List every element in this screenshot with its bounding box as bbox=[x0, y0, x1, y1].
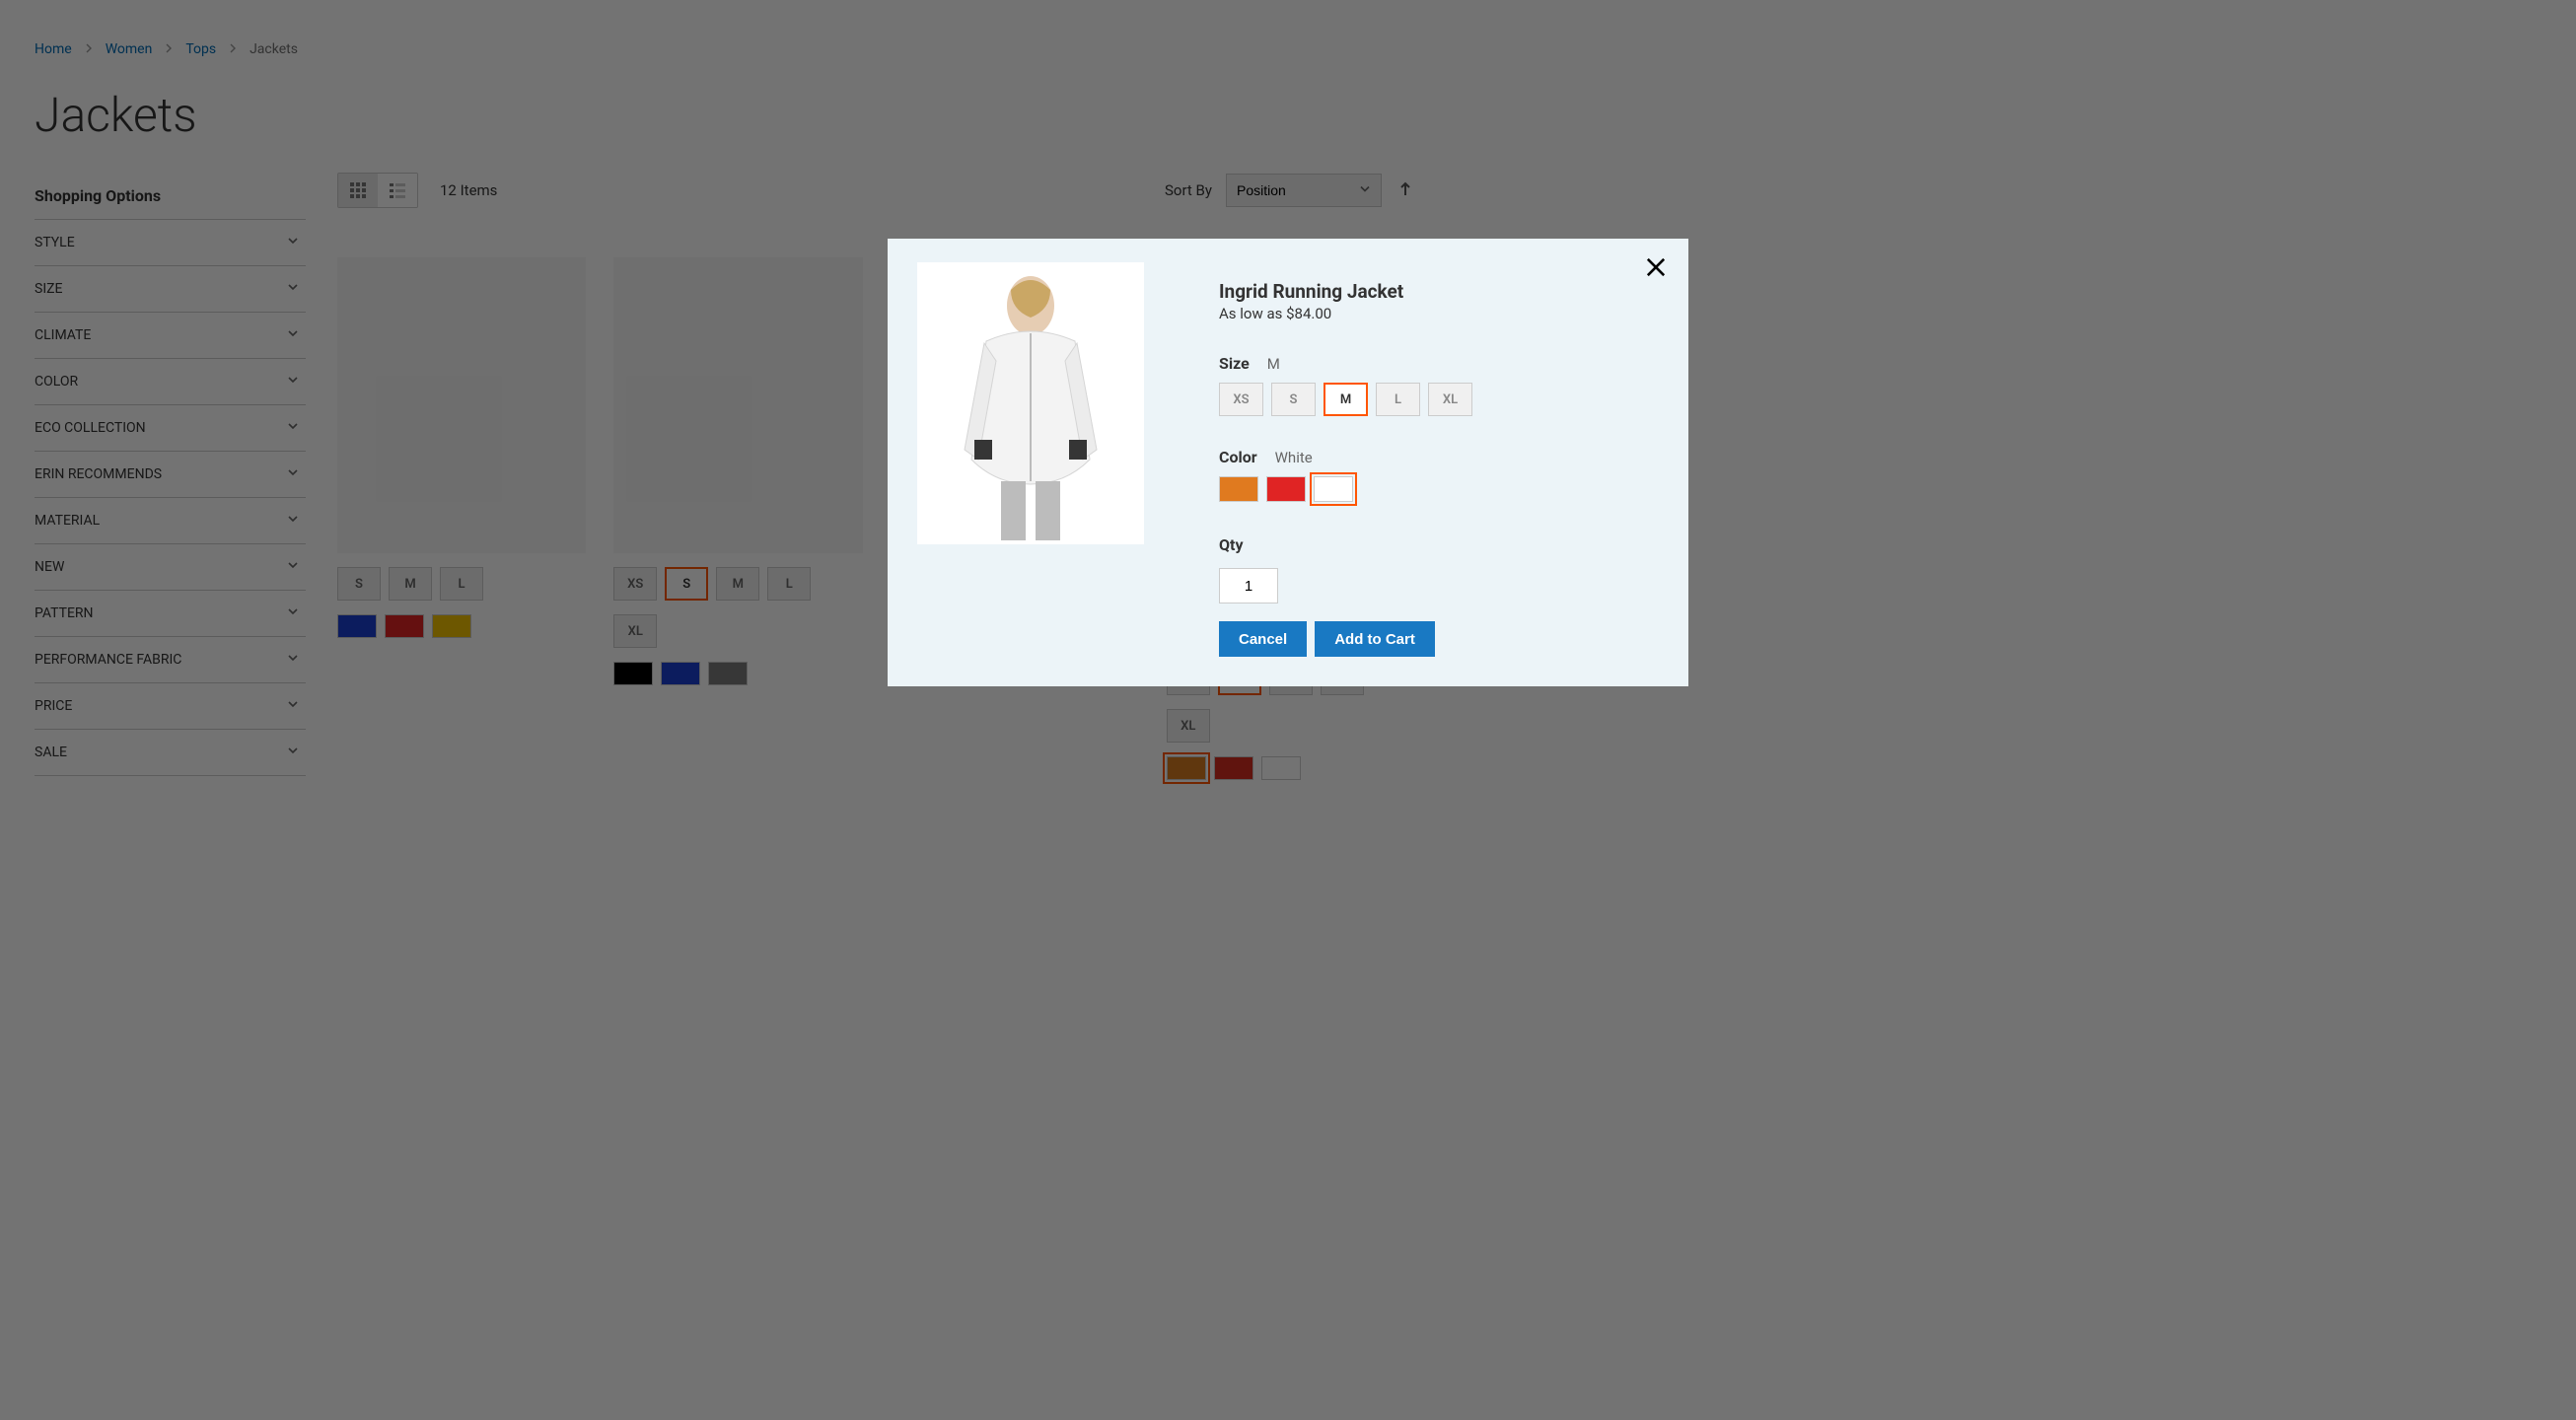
modal-overlay[interactable]: Ingrid Running Jacket As low as $84.00 S… bbox=[0, 0, 2576, 1420]
add-to-cart-button[interactable]: Add to Cart bbox=[1315, 621, 1435, 657]
close-button[interactable] bbox=[1641, 252, 1671, 282]
jacket-illustration bbox=[917, 262, 1144, 544]
product-image bbox=[917, 262, 1144, 544]
close-icon bbox=[1642, 253, 1670, 281]
quick-view-modal: Ingrid Running Jacket As low as $84.00 S… bbox=[888, 239, 1688, 686]
color-swatch-orange[interactable] bbox=[1219, 476, 1258, 502]
modal-product-title: Ingrid Running Jacket bbox=[1219, 280, 1659, 303]
size-swatch-s[interactable]: S bbox=[1271, 383, 1316, 416]
color-swatch-white[interactable] bbox=[1314, 476, 1353, 502]
size-selected-value: M bbox=[1267, 355, 1280, 373]
cancel-button[interactable]: Cancel bbox=[1219, 621, 1307, 657]
size-swatch-l[interactable]: L bbox=[1376, 383, 1420, 416]
size-swatch-xl[interactable]: XL bbox=[1428, 383, 1472, 416]
size-swatch-xs[interactable]: XS bbox=[1219, 383, 1263, 416]
color-selected-value: White bbox=[1275, 449, 1313, 466]
color-swatch-red[interactable] bbox=[1266, 476, 1306, 502]
color-label: Color bbox=[1219, 448, 1257, 466]
qty-input[interactable] bbox=[1219, 568, 1278, 604]
size-label: Size bbox=[1219, 354, 1250, 373]
qty-label: Qty bbox=[1219, 535, 1659, 554]
size-swatch-m[interactable]: M bbox=[1324, 383, 1368, 416]
modal-price: As low as $84.00 bbox=[1219, 305, 1659, 322]
